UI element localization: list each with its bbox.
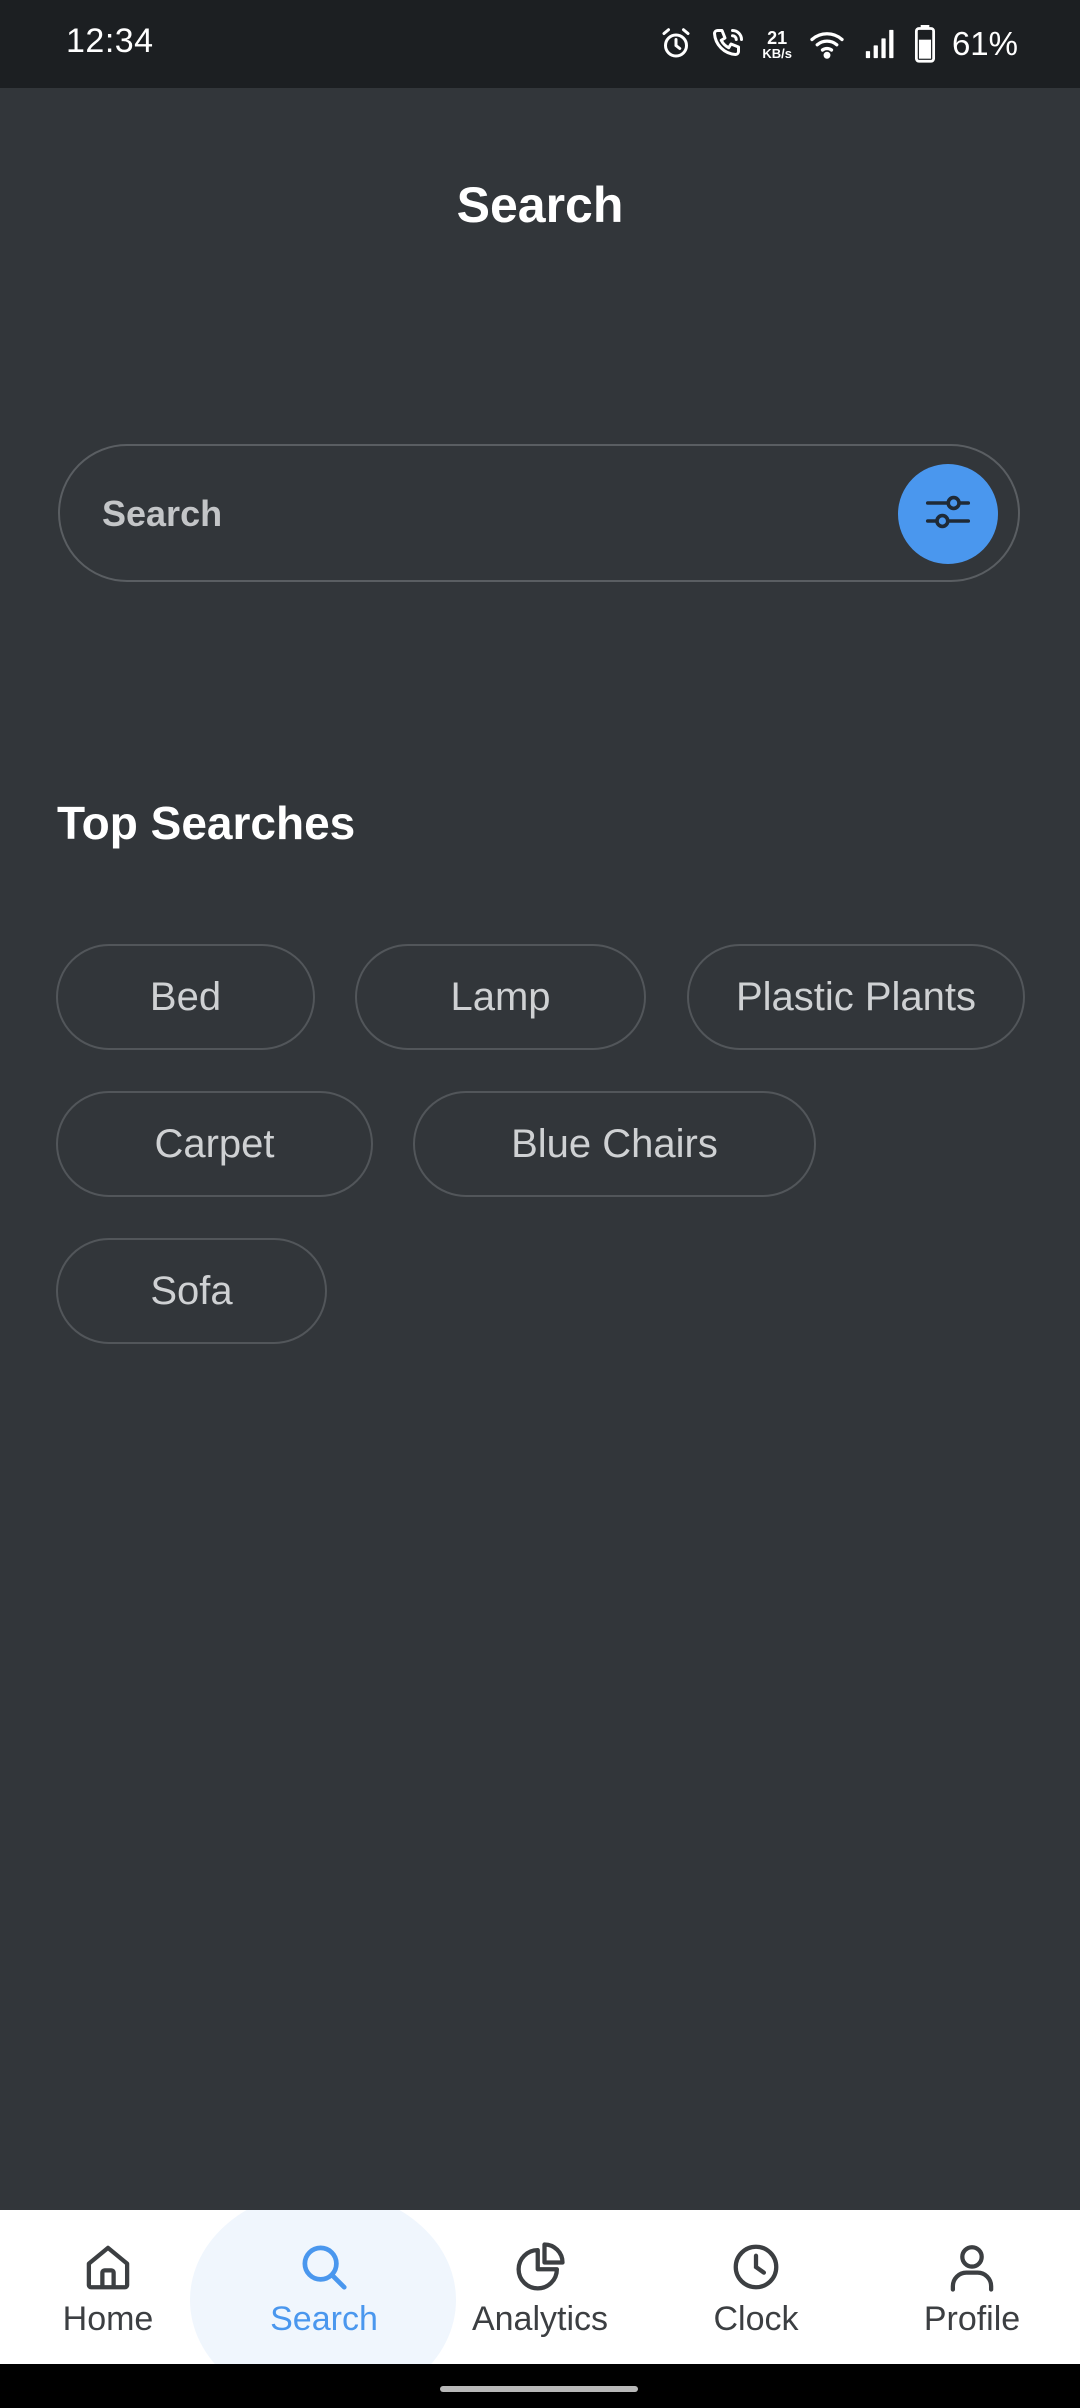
nav-label-search: Search bbox=[270, 2300, 378, 2338]
home-icon bbox=[81, 2240, 135, 2294]
nav-label-clock: Clock bbox=[713, 2300, 799, 2338]
filter-button[interactable] bbox=[898, 464, 998, 564]
nav-item-profile[interactable]: Profile bbox=[864, 2210, 1080, 2364]
search-chip-carpet[interactable]: Carpet bbox=[56, 1091, 373, 1197]
search-chip-bed[interactable]: Bed bbox=[56, 944, 315, 1050]
top-searches-title: Top Searches bbox=[57, 797, 356, 849]
search-chip-sofa[interactable]: Sofa bbox=[56, 1238, 327, 1344]
sliders-icon bbox=[921, 485, 975, 544]
battery-percent: 61% bbox=[951, 25, 1018, 62]
status-time: 12:34 bbox=[66, 22, 154, 60]
nav-label-profile: Profile bbox=[923, 2300, 1021, 2338]
gesture-handle[interactable] bbox=[440, 2386, 638, 2392]
network-speed-value: 21 bbox=[767, 27, 788, 48]
search-screen: 12:34 21 KB/s 61% Search Search Top Sear… bbox=[0, 0, 1080, 2408]
nav-label-home: Home bbox=[62, 2300, 154, 2338]
wifi-call-icon bbox=[710, 26, 746, 62]
search-chip-plastic-plants[interactable]: Plastic Plants bbox=[687, 944, 1025, 1050]
network-speed-unit: KB/s bbox=[762, 45, 792, 61]
status-icons: 21 KB/s 61% bbox=[658, 22, 1018, 66]
nav-item-home[interactable]: Home bbox=[0, 2210, 216, 2364]
clock-icon bbox=[729, 2240, 783, 2294]
alarm-icon bbox=[658, 26, 694, 62]
network-speed: 21 KB/s bbox=[762, 29, 792, 60]
wifi-icon bbox=[808, 26, 846, 62]
battery-icon bbox=[914, 25, 936, 63]
nav-label-analytics: Analytics bbox=[471, 2300, 609, 2338]
search-chip-blue-chairs[interactable]: Blue Chairs bbox=[413, 1091, 816, 1197]
search-chip-lamp[interactable]: Lamp bbox=[355, 944, 646, 1050]
signal-icon bbox=[862, 27, 898, 61]
nav-item-clock[interactable]: Clock bbox=[648, 2210, 864, 2364]
nav-item-search[interactable]: Search bbox=[216, 2210, 432, 2364]
search-icon bbox=[297, 2240, 351, 2294]
search-input[interactable] bbox=[100, 446, 924, 582]
nav-item-analytics[interactable]: Analytics bbox=[432, 2210, 648, 2364]
bottom-navigation: Home Search Analytics Clock Profile bbox=[0, 2210, 1080, 2364]
status-bar: 12:34 21 KB/s 61% bbox=[0, 0, 1080, 88]
search-bar bbox=[58, 444, 1020, 582]
page-title: Search bbox=[456, 177, 624, 233]
system-gesture-area bbox=[0, 2364, 1080, 2408]
pie-chart-icon bbox=[513, 2240, 567, 2294]
user-icon bbox=[945, 2240, 999, 2294]
